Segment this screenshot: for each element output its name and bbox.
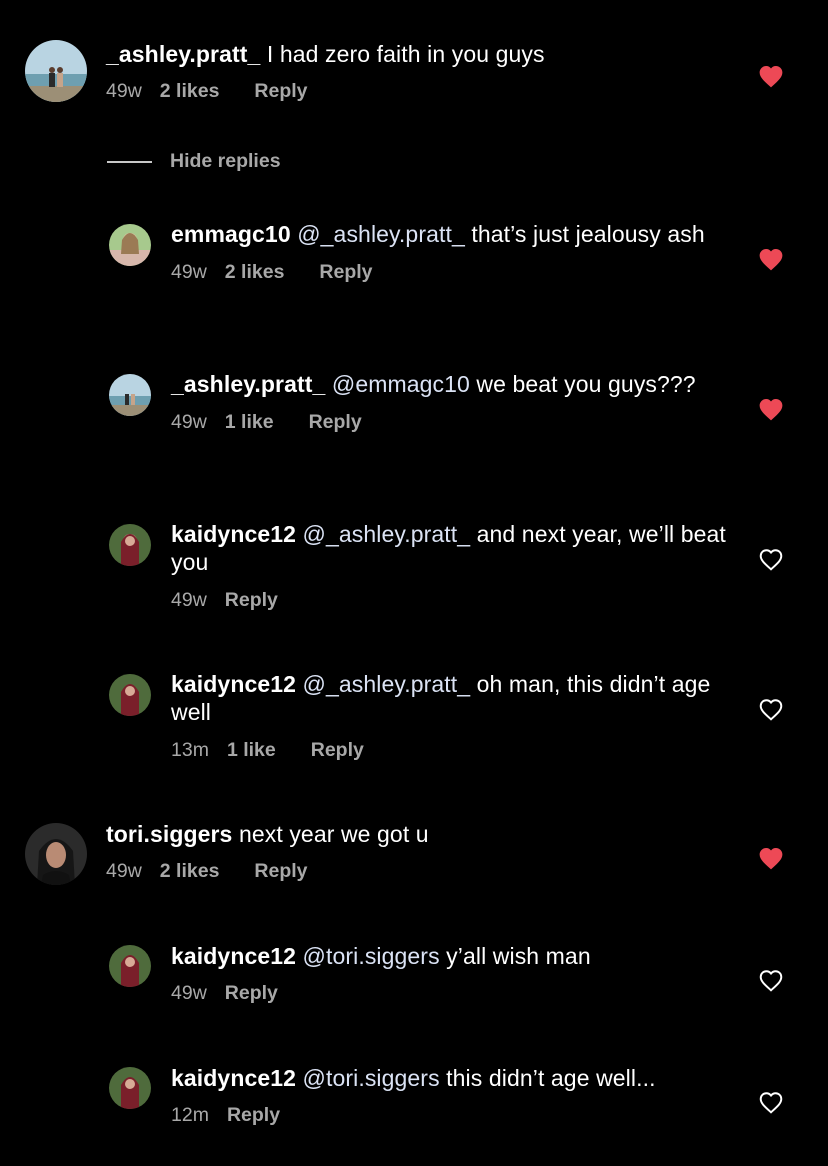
heart-outline-icon[interactable] — [758, 1090, 784, 1114]
comment-text: kaidynce12 @tori.siggers y’all wish man — [171, 942, 728, 970]
mention-link[interactable]: @_ashley.pratt_ — [297, 221, 465, 247]
hide-replies-button[interactable]: Hide replies — [107, 150, 281, 173]
avatar[interactable] — [109, 524, 151, 566]
heart-outline-icon[interactable] — [758, 968, 784, 992]
reply-button[interactable]: Reply — [254, 80, 307, 103]
like-count[interactable]: 2 likes — [160, 860, 220, 883]
avatar[interactable] — [109, 674, 151, 716]
reply-button[interactable]: Reply — [227, 1104, 280, 1127]
avatar[interactable] — [25, 40, 87, 102]
comment-content: next year we got u — [232, 821, 429, 847]
timestamp: 49w — [106, 80, 142, 102]
timestamp: 49w — [171, 261, 207, 283]
heart-filled-icon[interactable] — [758, 846, 784, 870]
comment-content: y’all wish man — [439, 943, 591, 969]
username[interactable]: kaidynce12 — [171, 1065, 296, 1091]
comment-content: I had zero faith in you guys — [260, 41, 545, 67]
comment-text: kaidynce12 @tori.siggers this didn’t age… — [171, 1064, 728, 1092]
heart-filled-icon[interactable] — [758, 247, 784, 271]
username[interactable]: kaidynce12 — [171, 943, 296, 969]
timestamp: 13m — [171, 739, 209, 761]
timestamp: 12m — [171, 1104, 209, 1126]
like-count[interactable]: 1 like — [227, 739, 276, 762]
username[interactable]: tori.siggers — [106, 821, 232, 847]
comment-text: emmagc10 @_ashley.pratt_ that’s just jea… — [171, 220, 728, 248]
username[interactable]: _ashley.pratt_ — [106, 41, 260, 67]
mention-link[interactable]: @_ashley.pratt_ — [303, 521, 471, 547]
comment-text: kaidynce12 @_ashley.pratt_ oh man, this … — [171, 670, 728, 726]
avatar[interactable] — [109, 374, 151, 416]
like-count[interactable]: 2 likes — [160, 80, 220, 103]
reply-button[interactable]: Reply — [225, 589, 278, 612]
avatar[interactable] — [109, 224, 151, 266]
heart-outline-icon[interactable] — [758, 697, 784, 721]
username[interactable]: emmagc10 — [171, 221, 291, 247]
like-count[interactable]: 1 like — [225, 411, 274, 434]
hide-replies-label: Hide replies — [170, 150, 281, 172]
reply-button[interactable]: Reply — [309, 411, 362, 434]
mention-link[interactable]: @emmagc10 — [332, 371, 470, 397]
divider — [107, 160, 152, 163]
timestamp: 49w — [171, 589, 207, 611]
comment-text: tori.siggers next year we got u — [106, 820, 728, 848]
username[interactable]: _ashley.pratt_ — [171, 371, 325, 397]
reply-button[interactable]: Reply — [319, 261, 372, 284]
heart-filled-icon[interactable] — [758, 397, 784, 421]
reply-button[interactable]: Reply — [254, 860, 307, 883]
heart-filled-icon[interactable] — [758, 64, 784, 88]
comment-text: _ashley.pratt_ @emmagc10 we beat you guy… — [171, 370, 728, 398]
timestamp: 49w — [171, 982, 207, 1004]
mention-link[interactable]: @tori.siggers — [303, 1065, 440, 1091]
mention-link[interactable]: @tori.siggers — [303, 943, 440, 969]
comment-text: kaidynce12 @_ashley.pratt_ and next year… — [171, 520, 728, 576]
avatar[interactable] — [25, 823, 87, 885]
comment-content: we beat you guys??? — [469, 371, 696, 397]
comment-content: this didn’t age well... — [439, 1065, 656, 1091]
comment-content: that’s just jealousy ash — [464, 221, 705, 247]
mention-link[interactable]: @_ashley.pratt_ — [303, 671, 471, 697]
timestamp: 49w — [171, 411, 207, 433]
heart-outline-icon[interactable] — [758, 547, 784, 571]
avatar[interactable] — [109, 945, 151, 987]
like-count[interactable]: 2 likes — [225, 261, 285, 284]
username[interactable]: kaidynce12 — [171, 671, 296, 697]
username[interactable]: kaidynce12 — [171, 521, 296, 547]
avatar[interactable] — [109, 1067, 151, 1109]
timestamp: 49w — [106, 860, 142, 882]
reply-button[interactable]: Reply — [311, 739, 364, 762]
reply-button[interactable]: Reply — [225, 982, 278, 1005]
comment-text: _ashley.pratt_ I had zero faith in you g… — [106, 40, 728, 68]
